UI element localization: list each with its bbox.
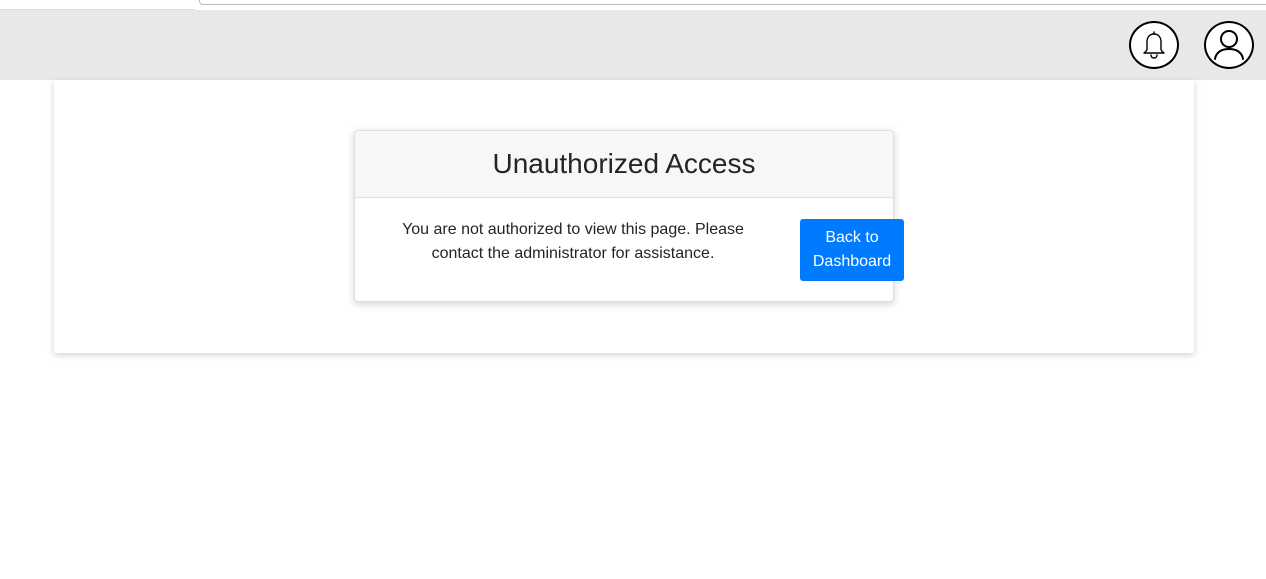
- notifications-button[interactable]: [1129, 21, 1179, 69]
- user-icon: [1214, 30, 1244, 60]
- bell-icon: [1143, 31, 1165, 59]
- card-header: Unauthorized Access: [355, 131, 893, 198]
- top-strip-field: [199, 0, 1266, 5]
- header-bar: [0, 10, 1266, 80]
- top-strip: [0, 0, 1266, 10]
- unauthorized-card: Unauthorized Access You are not authoriz…: [354, 130, 904, 302]
- back-to-dashboard-button[interactable]: Back to Dashboard: [800, 219, 904, 281]
- profile-button[interactable]: [1204, 21, 1254, 69]
- card-title: Unauthorized Access: [492, 148, 756, 179]
- card-body: You are not authorized to view this page…: [355, 198, 904, 302]
- top-strip-left: [0, 0, 195, 10]
- card-message: You are not authorized to view this page…: [402, 221, 744, 262]
- main-container: Unauthorized Access You are not authoriz…: [54, 80, 1194, 353]
